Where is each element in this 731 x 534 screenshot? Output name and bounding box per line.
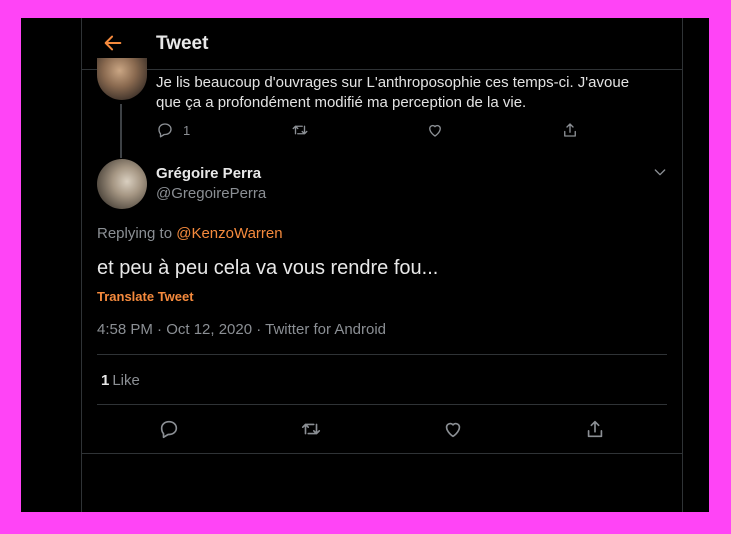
avatar[interactable] [97,159,147,209]
parent-reply-count: 1 [183,122,191,138]
divider [97,404,667,405]
share-button[interactable] [584,418,606,440]
share-icon [587,420,603,438]
reply-icon [160,420,178,439]
like-icon [429,124,441,137]
retweet-icon [292,125,308,135]
parent-tweet-text: Je lis beaucoup d'ouvrages sur L'anthrop… [156,74,630,111]
parent-retweet-button[interactable] [291,119,309,141]
parent-like-button[interactable] [426,119,444,141]
divider [82,453,682,454]
tweet-actions [97,418,667,444]
author-handle[interactable]: @GregoirePerra [156,185,266,202]
parent-share-button[interactable] [561,119,579,141]
reply-button[interactable] [158,418,180,440]
timeline-column: Tweet Je lis beaucoup d'ouvrages sur L'a… [81,18,683,512]
like-button[interactable] [442,418,464,440]
translate-link[interactable]: Translate Tweet [97,289,194,304]
retweet-button[interactable] [300,418,322,440]
app-frame: Tweet Je lis beaucoup d'ouvrages sur L'a… [21,18,709,512]
parent-reply-button[interactable]: 1 [156,119,190,141]
like-stats[interactable]: 1 Like [101,372,140,389]
retweet-icon [301,423,321,435]
page-title: Tweet [156,33,209,54]
author-name[interactable]: Grégoire Perra [156,165,261,182]
replying-to-mention[interactable]: @KenzoWarren [176,225,282,242]
tweet-meta: 4:58 PM · Oct 12, 2020 · Twitter for And… [97,321,387,338]
like-label: Like [112,372,140,389]
back-arrow-icon[interactable] [102,32,124,54]
replying-to: Replying to @KenzoWarren [97,225,283,242]
parent-avatar[interactable] [97,58,147,100]
thread-line [120,104,122,158]
replying-to-prefix: Replying to [97,225,173,242]
like-count: 1 [101,372,110,389]
header: Tweet [82,18,682,70]
reply-icon [158,123,172,138]
parent-actions: 1 [156,119,576,141]
share-icon [564,123,576,137]
chevron-down-icon[interactable] [652,164,668,180]
divider [97,354,667,355]
tweet-text: et peu à peu cela va vous rendre fou... [97,257,439,279]
like-icon [445,422,461,438]
